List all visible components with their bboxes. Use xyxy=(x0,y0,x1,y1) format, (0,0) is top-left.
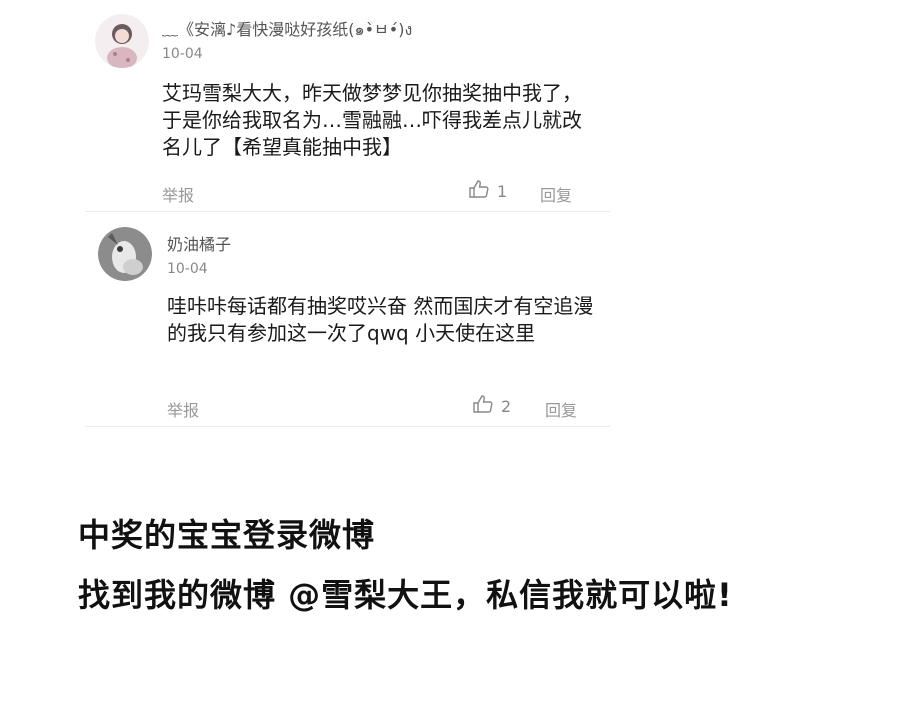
announcement-line-2: 找到我的微博 @雪梨大王，私信我就可以啦! xyxy=(78,576,733,614)
like-button[interactable]: 1 xyxy=(469,180,507,202)
thumbs-up-icon xyxy=(473,395,493,417)
avatar[interactable] xyxy=(98,227,152,281)
announcement-line-1: 中奖的宝宝登录微博 xyxy=(78,516,376,554)
username[interactable]: 奶油橘子 xyxy=(167,231,231,255)
report-button[interactable]: 举报 xyxy=(167,397,199,421)
comment-item: 奶油橘子 10-04 哇咔咔每话都有抽奖哎兴奋 然而国庆才有空追漫的我只有参加这… xyxy=(85,223,610,428)
like-button[interactable]: 2 xyxy=(473,395,511,417)
comment-date: 10-04 xyxy=(167,261,208,277)
divider xyxy=(85,426,610,427)
report-button[interactable]: 举报 xyxy=(162,182,194,206)
comment-date: 10-04 xyxy=(162,46,203,62)
avatar[interactable] xyxy=(95,14,149,68)
comment-text: 哇咔咔每话都有抽奖哎兴奋 然而国庆才有空追漫的我只有参加这一次了qwq 小天使在… xyxy=(167,294,594,345)
thumbs-up-icon xyxy=(469,180,489,202)
like-count: 2 xyxy=(501,396,512,416)
divider xyxy=(85,211,610,212)
reply-button[interactable]: 回复 xyxy=(545,397,577,421)
like-count: 1 xyxy=(497,181,508,201)
comment-item: ﹏《安漓♪看快漫哒好孩纸(๑•̀ㅂ•́)ง 10-04 艾玛雪梨大大，昨天做梦梦… xyxy=(85,8,610,213)
username[interactable]: ﹏《安漓♪看快漫哒好孩纸(๑•̀ㅂ•́)ง xyxy=(162,16,412,43)
reply-button[interactable]: 回复 xyxy=(540,182,572,206)
comment-text: 艾玛雪梨大大，昨天做梦梦见你抽奖抽中我了，于是你给我取名为…雪融融…吓得我差点儿… xyxy=(162,81,582,159)
